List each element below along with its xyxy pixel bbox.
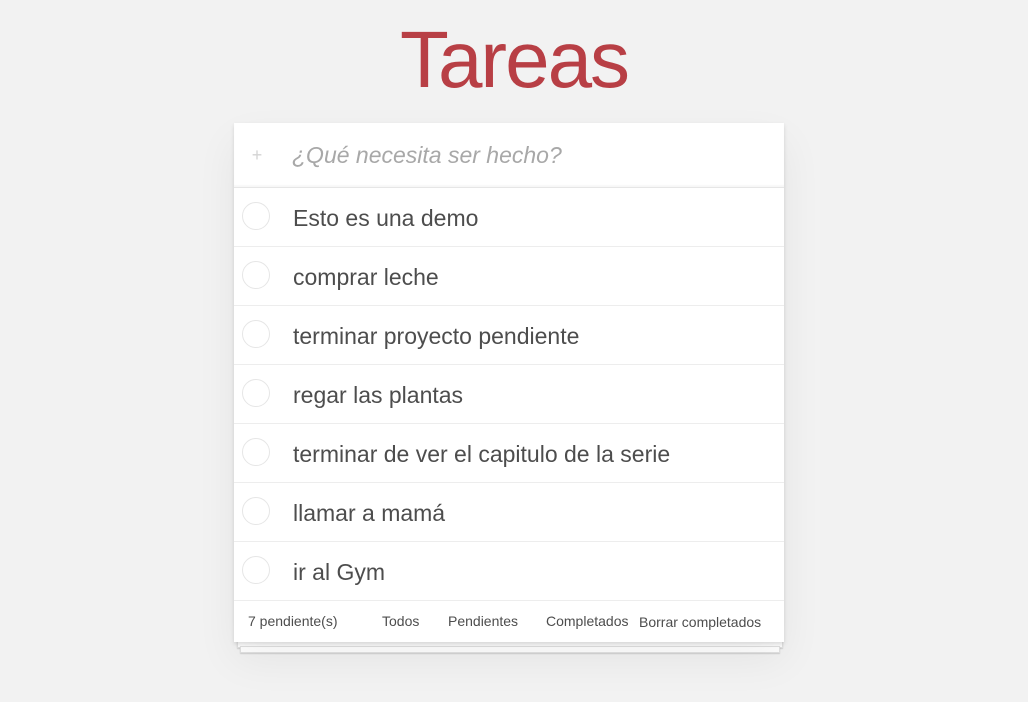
todo-item: Esto es una demo: [234, 188, 784, 247]
filter-completed-link[interactable]: Completados: [546, 613, 629, 629]
todo-checkbox[interactable]: [242, 379, 270, 407]
todo-checkbox[interactable]: [242, 438, 270, 466]
page-title: Tareas: [399, 15, 630, 104]
todo-label[interactable]: Esto es una demo: [293, 188, 478, 246]
todo-item: terminar de ver el capitulo de la serie: [234, 424, 784, 483]
todo-checkbox[interactable]: [242, 202, 270, 230]
filter-all-link[interactable]: Todos: [382, 613, 419, 629]
todo-card: + Esto es una demo comprar leche termina…: [234, 123, 784, 642]
todo-list: Esto es una demo comprar leche terminar …: [234, 188, 784, 601]
todo-item: comprar leche: [234, 247, 784, 306]
todo-label[interactable]: regar las plantas: [293, 365, 463, 423]
todo-checkbox[interactable]: [242, 320, 270, 348]
filter-active-link[interactable]: Pendientes: [448, 613, 518, 629]
todo-label[interactable]: terminar proyecto pendiente: [293, 306, 579, 364]
new-todo-input[interactable]: [292, 135, 762, 175]
todo-checkbox[interactable]: [242, 497, 270, 525]
todo-label[interactable]: terminar de ver el capitulo de la serie: [293, 424, 670, 482]
todo-footer: 7 pendiente(s) Todos Pendientes Completa…: [234, 601, 784, 642]
todo-label[interactable]: ir al Gym: [293, 542, 385, 600]
todo-label[interactable]: llamar a mamá: [293, 483, 445, 541]
todo-item: llamar a mamá: [234, 483, 784, 542]
todo-checkbox[interactable]: [242, 556, 270, 584]
todo-item: regar las plantas: [234, 365, 784, 424]
new-todo-row: +: [234, 123, 784, 188]
todo-label[interactable]: comprar leche: [293, 247, 439, 305]
clear-completed-button[interactable]: Borrar completados: [639, 614, 761, 630]
todo-item: ir al Gym: [234, 542, 784, 601]
card-stack-shadow: [240, 646, 780, 653]
todo-app: Tareas + Esto es una demo comprar leche …: [0, 0, 1028, 702]
plus-icon[interactable]: +: [250, 143, 264, 167]
todo-checkbox[interactable]: [242, 261, 270, 289]
todo-item: terminar proyecto pendiente: [234, 306, 784, 365]
